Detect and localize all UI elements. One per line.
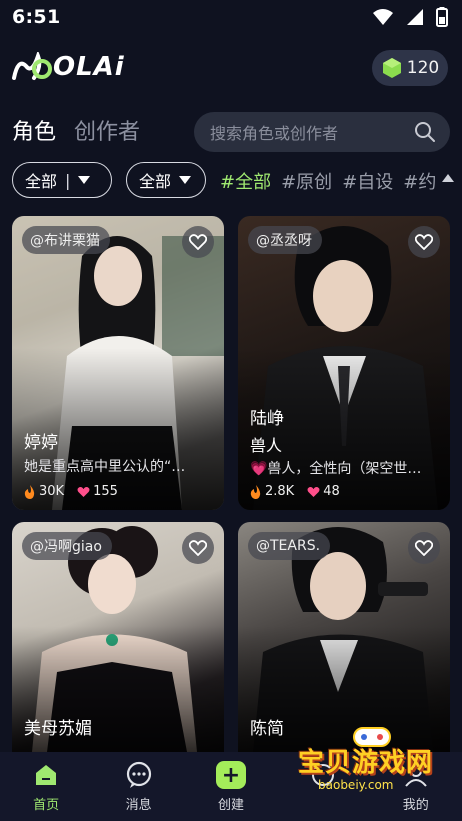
status-icons bbox=[372, 7, 448, 27]
watermark-title: 宝贝游戏网 bbox=[298, 748, 434, 778]
expand-filters-icon[interactable] bbox=[442, 174, 454, 182]
character-name: 美母苏媚 bbox=[24, 719, 92, 739]
character-desc: 💗兽人，全性向（架空世… bbox=[250, 461, 422, 477]
favorite-button[interactable] bbox=[182, 226, 214, 258]
character-desc: 她是重点高中里公认的“… bbox=[24, 459, 186, 475]
heart-outline-icon bbox=[189, 234, 207, 250]
like-count: 48 bbox=[323, 484, 340, 499]
hashtag-original[interactable]: #原创 bbox=[281, 168, 332, 194]
hashtag-more[interactable]: #约 bbox=[403, 168, 436, 194]
character-card[interactable]: @冯啊giao 美母苏媚 bbox=[12, 522, 224, 752]
logo-text: OLAi bbox=[53, 52, 125, 82]
wifi-icon bbox=[373, 9, 393, 25]
tab-creators[interactable]: 创作者 bbox=[74, 114, 140, 146]
nav-messages-label: 消息 bbox=[125, 798, 152, 813]
create-button[interactable]: + bbox=[215, 760, 246, 790]
hot-count: 2.8K bbox=[265, 484, 295, 499]
tab-characters[interactable]: 角色 bbox=[12, 114, 56, 146]
heart-outline-icon bbox=[415, 540, 433, 556]
dropdown-2-value: 全部 bbox=[139, 172, 172, 191]
hot-count: 30K bbox=[39, 484, 65, 499]
logo-mark-icon bbox=[12, 52, 52, 80]
like-stat: 155 bbox=[77, 484, 118, 499]
watermark-url: baobeiy.com bbox=[318, 778, 394, 792]
watermark: 宝贝游戏网 baobeiy.com bbox=[288, 727, 458, 798]
fire-icon bbox=[24, 484, 35, 499]
app-logo: OLAi bbox=[12, 52, 125, 82]
signal-icon bbox=[407, 9, 423, 25]
card-stats: 2.8K 48 bbox=[250, 484, 348, 499]
favorite-button[interactable] bbox=[182, 532, 214, 564]
nav-messages[interactable]: 消息 bbox=[104, 760, 174, 813]
hot-stat: 30K bbox=[24, 484, 64, 499]
search-placeholder: 搜索角色或创作者 bbox=[210, 124, 339, 143]
dropdown-1-value: 全部 bbox=[25, 172, 58, 191]
character-subtitle: 兽人 bbox=[250, 436, 283, 455]
gem-icon bbox=[382, 58, 401, 78]
character-card[interactable]: @布讲栗猫 婷婷 她是重点高中里公认的“… 30K 155 bbox=[12, 216, 224, 510]
search-input[interactable]: 搜索角色或创作者 bbox=[194, 112, 450, 152]
author-tag[interactable]: @丞丞呀 bbox=[248, 226, 322, 254]
caret-down-icon bbox=[78, 176, 91, 184]
character-name: 陈简 bbox=[250, 719, 284, 739]
nav-home[interactable]: 首页 bbox=[11, 760, 81, 813]
heart-outline-icon bbox=[189, 540, 207, 556]
like-count: 155 bbox=[93, 484, 118, 499]
character-name: 陆峥 bbox=[250, 409, 284, 429]
character-card[interactable]: @TEARS. 陈简 bbox=[238, 522, 450, 752]
author-tag[interactable]: @TEARS. bbox=[248, 532, 331, 560]
filter-dropdown-1[interactable]: 全部 | bbox=[12, 162, 112, 198]
separator: | bbox=[65, 170, 71, 190]
chat-bubble-icon bbox=[124, 760, 154, 790]
heart-outline-icon bbox=[415, 234, 433, 250]
app-header: OLAi 120 bbox=[0, 44, 462, 92]
fire-icon bbox=[250, 484, 261, 499]
tabs-row: 角色 创作者 搜索角色或创作者 bbox=[0, 108, 462, 152]
nav-create[interactable]: + 创建 bbox=[196, 760, 266, 813]
coin-balance-pill[interactable]: 120 bbox=[372, 50, 448, 86]
author-tag[interactable]: @布讲栗猫 bbox=[22, 226, 110, 254]
nav-home-label: 首页 bbox=[33, 798, 60, 813]
heart-filled-icon bbox=[307, 486, 320, 497]
nav-create-label: 创建 bbox=[217, 798, 244, 813]
home-icon bbox=[31, 760, 61, 790]
heart-filled-icon bbox=[77, 486, 90, 497]
status-bar: 6:51 bbox=[0, 0, 462, 34]
favorite-button[interactable] bbox=[408, 226, 440, 258]
hashtag-self-made[interactable]: #自设 bbox=[342, 168, 393, 194]
coin-count: 120 bbox=[406, 58, 440, 78]
battery-icon bbox=[436, 7, 448, 27]
hashtag-all[interactable]: #全部 bbox=[220, 168, 271, 194]
plus-icon: + bbox=[215, 761, 246, 789]
search-icon[interactable] bbox=[414, 121, 436, 143]
author-tag[interactable]: @冯啊giao bbox=[22, 532, 112, 560]
card-stats: 30K 155 bbox=[24, 484, 126, 499]
hashtag-list: #全部 #原创 #自设 #约 bbox=[220, 168, 436, 194]
filter-row: 全部 | 全部 #全部 #原创 #自设 #约 bbox=[0, 160, 462, 200]
favorite-button[interactable] bbox=[408, 532, 440, 564]
character-name: 婷婷 bbox=[24, 433, 58, 453]
like-stat: 48 bbox=[307, 484, 340, 499]
caret-down-icon bbox=[179, 176, 192, 184]
character-card[interactable]: @丞丞呀 陆峥 兽人 💗兽人，全性向（架空世… 2.8K 48 bbox=[238, 216, 450, 510]
status-time: 6:51 bbox=[12, 6, 61, 28]
hot-stat: 2.8K bbox=[250, 484, 294, 499]
filter-dropdown-2[interactable]: 全部 bbox=[126, 162, 206, 198]
